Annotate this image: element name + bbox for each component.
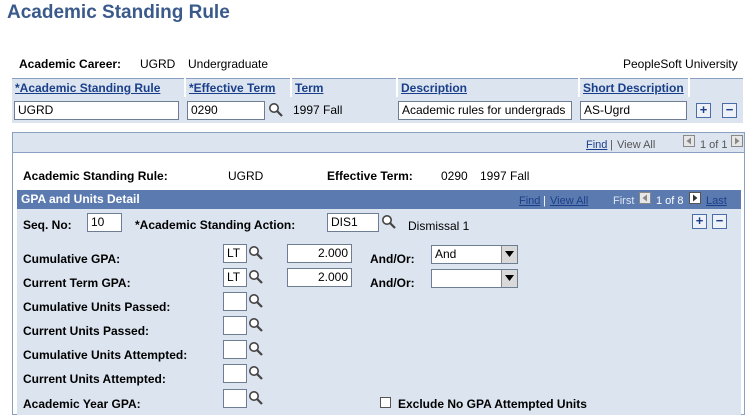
current-term-gpa-label: Current Term GPA: [23,276,131,290]
academic-standing-action-label: *Academic Standing Action: [135,218,296,232]
current-units-attempted-operator-input[interactable] [223,364,247,383]
cumulative-units-passed-lookup-icon[interactable] [248,293,264,309]
gpa-next-arrow-icon[interactable] [689,192,701,204]
rule-input[interactable]: UGRD [14,101,179,120]
col-description[interactable]: Description [398,78,578,97]
cumulative-units-attempted-operator-input[interactable] [223,340,247,359]
record-count: 1 of 1 [700,139,728,151]
gpa-view-all-link[interactable]: View All [550,195,588,207]
gpa-previous-arrow-icon[interactable] [639,192,651,204]
cumulative-gpa-label: Cumulative GPA: [23,252,121,266]
effective-term-input[interactable]: 0290 [187,101,265,120]
gpa-add-row-button[interactable]: + [692,214,707,229]
cumulative-units-attempted-label: Cumulative Units Attempted: [23,348,188,362]
current-units-attempted-label: Current Units Attempted: [23,372,166,386]
exclude-no-gpa-label: Exclude No GPA Attempted Units [398,397,587,411]
chevron-down-icon [505,275,514,281]
gpa-nav-separator: | [543,195,546,207]
summary-rule-value: UGRD [228,169,264,183]
current-units-attempted-lookup-icon[interactable] [248,365,264,381]
current-units-passed-label: Current Units Passed: [23,324,150,338]
cumulative-gpa-operator-lookup-icon[interactable] [248,245,264,261]
summary-rule-label: Academic Standing Rule: [23,169,168,183]
term-description: 1997 Fall [293,103,343,117]
andor-label-1: And/Or: [370,252,415,266]
andor-select-1-dropdown[interactable] [501,246,517,263]
andor-select-1[interactable]: And [431,245,518,264]
action-description: Dismissal 1 [408,219,470,233]
delete-row-button[interactable]: − [722,103,737,118]
find-link[interactable]: Find [586,139,607,151]
career-label: Academic Career: [19,57,122,71]
andor-select-1-value: And [435,247,457,261]
academic-standing-action-input[interactable]: DIS1 [327,213,379,232]
gpa-first-text: First [613,195,635,207]
page-title: Academic Standing Rule [7,2,230,23]
current-term-gpa-operator-lookup-icon[interactable] [248,269,264,285]
institution-name: PeopleSoft University [623,57,738,71]
cumulative-gpa-operator-input[interactable]: LT [223,244,247,263]
col-effective-term[interactable]: *Effective Term [186,78,290,97]
nav-separator: | [610,139,613,151]
current-term-gpa-operator-input[interactable]: LT [223,268,247,287]
action-lookup-icon[interactable] [381,214,397,230]
exclude-no-gpa-checkbox[interactable] [380,397,391,408]
career-description: Undergraduate [188,57,269,71]
description-input[interactable]: Academic rules for undergrads [398,101,572,120]
gpa-delete-row-button[interactable]: − [712,214,727,229]
col-short-description[interactable]: Short Description [580,78,688,97]
cumulative-units-passed-label: Cumulative Units Passed: [23,300,171,314]
andor-select-2[interactable] [431,269,518,288]
chevron-down-icon [505,251,514,257]
academic-year-gpa-operator-input[interactable] [223,389,247,408]
next-arrow-icon[interactable] [731,135,743,147]
short-description-input[interactable]: AS-Ugrd [580,101,687,120]
col-term[interactable]: Term [292,78,396,97]
current-units-passed-operator-input[interactable] [223,316,247,335]
cumulative-units-attempted-lookup-icon[interactable] [248,341,264,357]
col-actions [690,78,743,97]
effective-term-lookup-icon[interactable] [268,102,284,118]
academic-year-gpa-lookup-icon[interactable] [248,390,264,406]
summary-term-desc: 1997 Fall [480,169,530,183]
gpa-record-count: 1 of 8 [656,195,684,207]
academic-year-gpa-label: Academic Year GPA: [23,397,141,411]
gpa-last-link[interactable]: Last [706,195,727,207]
cumulative-gpa-input[interactable]: 2.000 [287,244,352,263]
career-code: UGRD [140,57,176,71]
gpa-find-link[interactable]: Find [519,195,540,207]
previous-arrow-icon[interactable] [683,135,695,147]
andor-label-2: And/Or: [370,276,415,290]
current-units-passed-lookup-icon[interactable] [248,317,264,333]
summary-term-label: Effective Term: [327,169,413,183]
andor-select-2-dropdown[interactable] [501,270,517,287]
cumulative-units-passed-operator-input[interactable] [223,292,247,311]
col-academic-standing-rule[interactable]: *Academic Standing Rule [12,78,184,97]
add-row-button[interactable]: + [696,103,711,118]
summary-term-code: 0290 [441,169,468,183]
seq-no-input[interactable]: 10 [87,213,122,232]
view-all-text: View All [617,139,656,151]
current-term-gpa-input[interactable]: 2.000 [287,268,352,287]
seq-no-label: Seq. No: [23,218,72,232]
